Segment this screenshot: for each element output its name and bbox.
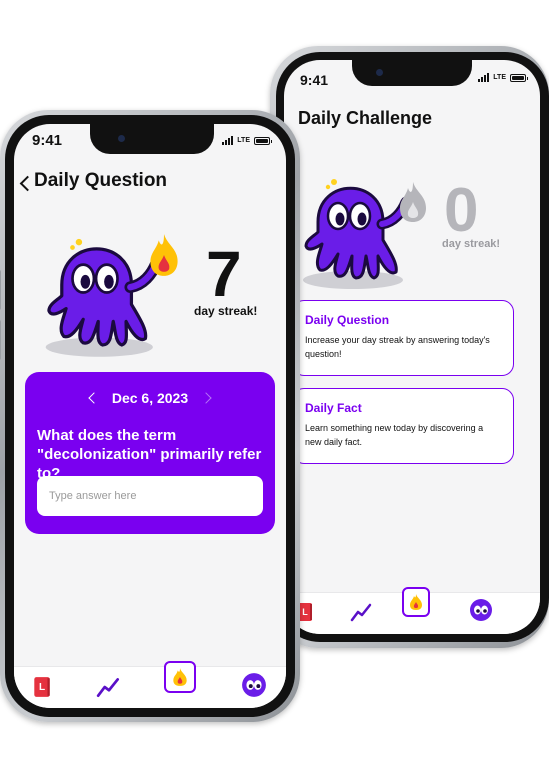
card-body: Increase your day streak by answering to… xyxy=(305,335,490,359)
streak-flame-icon xyxy=(410,594,422,610)
streak-flame-icon xyxy=(150,234,178,276)
daily-fact-card[interactable]: Daily Fact Learn something new today by … xyxy=(292,388,514,464)
profile-eyes-icon xyxy=(242,673,266,697)
side-button xyxy=(0,270,1,310)
question-text: What does the term "decolonization" prim… xyxy=(37,427,262,482)
battery-icon xyxy=(510,73,528,82)
streak-flame-icon xyxy=(173,668,187,686)
battery-icon xyxy=(254,136,272,145)
streak-number: 0 xyxy=(444,176,479,245)
status-time: 9:41 xyxy=(32,132,63,149)
streak-label: day streak! xyxy=(442,238,501,250)
lesson-letter: L xyxy=(302,607,308,617)
streak-number: 7 xyxy=(206,238,242,310)
challenge-screen: 9:41 LTE Daily Challenge 0 day streak! D… xyxy=(284,60,540,634)
lesson-letter: L xyxy=(38,681,46,693)
nav-progress[interactable] xyxy=(94,673,124,701)
question-screen: 9:41 LTE Daily Question 7 day streak! De… xyxy=(14,124,286,708)
notch xyxy=(352,60,472,86)
profile-eyes-icon xyxy=(470,599,492,621)
card-title: Daily Fact xyxy=(305,401,362,415)
notch xyxy=(90,124,214,154)
grey-flame-icon xyxy=(400,182,426,222)
card-body: Learn something new today by discovering… xyxy=(305,423,484,447)
signal-icon xyxy=(478,73,490,82)
front-camera xyxy=(118,135,125,142)
answer-input[interactable] xyxy=(37,476,263,516)
progress-chart-icon xyxy=(350,603,372,622)
date-selector: Dec 6, 2023 xyxy=(25,390,275,406)
nav-lesson[interactable]: L xyxy=(32,675,52,699)
bottom-nav: L xyxy=(14,661,286,708)
next-date-chevron-icon[interactable] xyxy=(200,392,212,404)
phone-challenge: 9:41 LTE Daily Challenge 0 day streak! D… xyxy=(270,46,549,648)
nav-streak[interactable] xyxy=(402,587,430,617)
page-title: Daily Question xyxy=(34,170,168,191)
back-chevron-icon[interactable] xyxy=(19,175,36,192)
streak-label: day streak! xyxy=(194,304,258,318)
nav-profile[interactable] xyxy=(240,671,268,699)
question-card: Dec 6, 2023 What does the term "decoloni… xyxy=(25,372,275,534)
front-camera xyxy=(376,69,383,76)
page-title: Daily Challenge xyxy=(298,108,433,128)
card-title: Daily Question xyxy=(305,313,390,327)
daily-question-card[interactable]: Daily Question Increase your day streak … xyxy=(292,300,514,376)
progress-chart-icon xyxy=(96,678,120,698)
prev-date-chevron-icon[interactable] xyxy=(88,392,100,404)
bottom-nav: L xyxy=(284,587,540,634)
status-indicators: LTE xyxy=(222,136,272,145)
network-label: LTE xyxy=(237,137,250,144)
phone-question: 9:41 LTE Daily Question 7 day streak! De… xyxy=(0,110,300,722)
date-label: Dec 6, 2023 xyxy=(111,390,189,406)
nav-streak[interactable] xyxy=(164,661,196,693)
nav-profile[interactable] xyxy=(468,597,494,623)
signal-icon xyxy=(222,136,234,145)
status-time: 9:41 xyxy=(300,72,329,88)
status-indicators: LTE xyxy=(478,73,528,82)
side-button xyxy=(0,320,1,360)
nav-progress[interactable] xyxy=(348,599,376,625)
network-label: LTE xyxy=(493,74,506,81)
